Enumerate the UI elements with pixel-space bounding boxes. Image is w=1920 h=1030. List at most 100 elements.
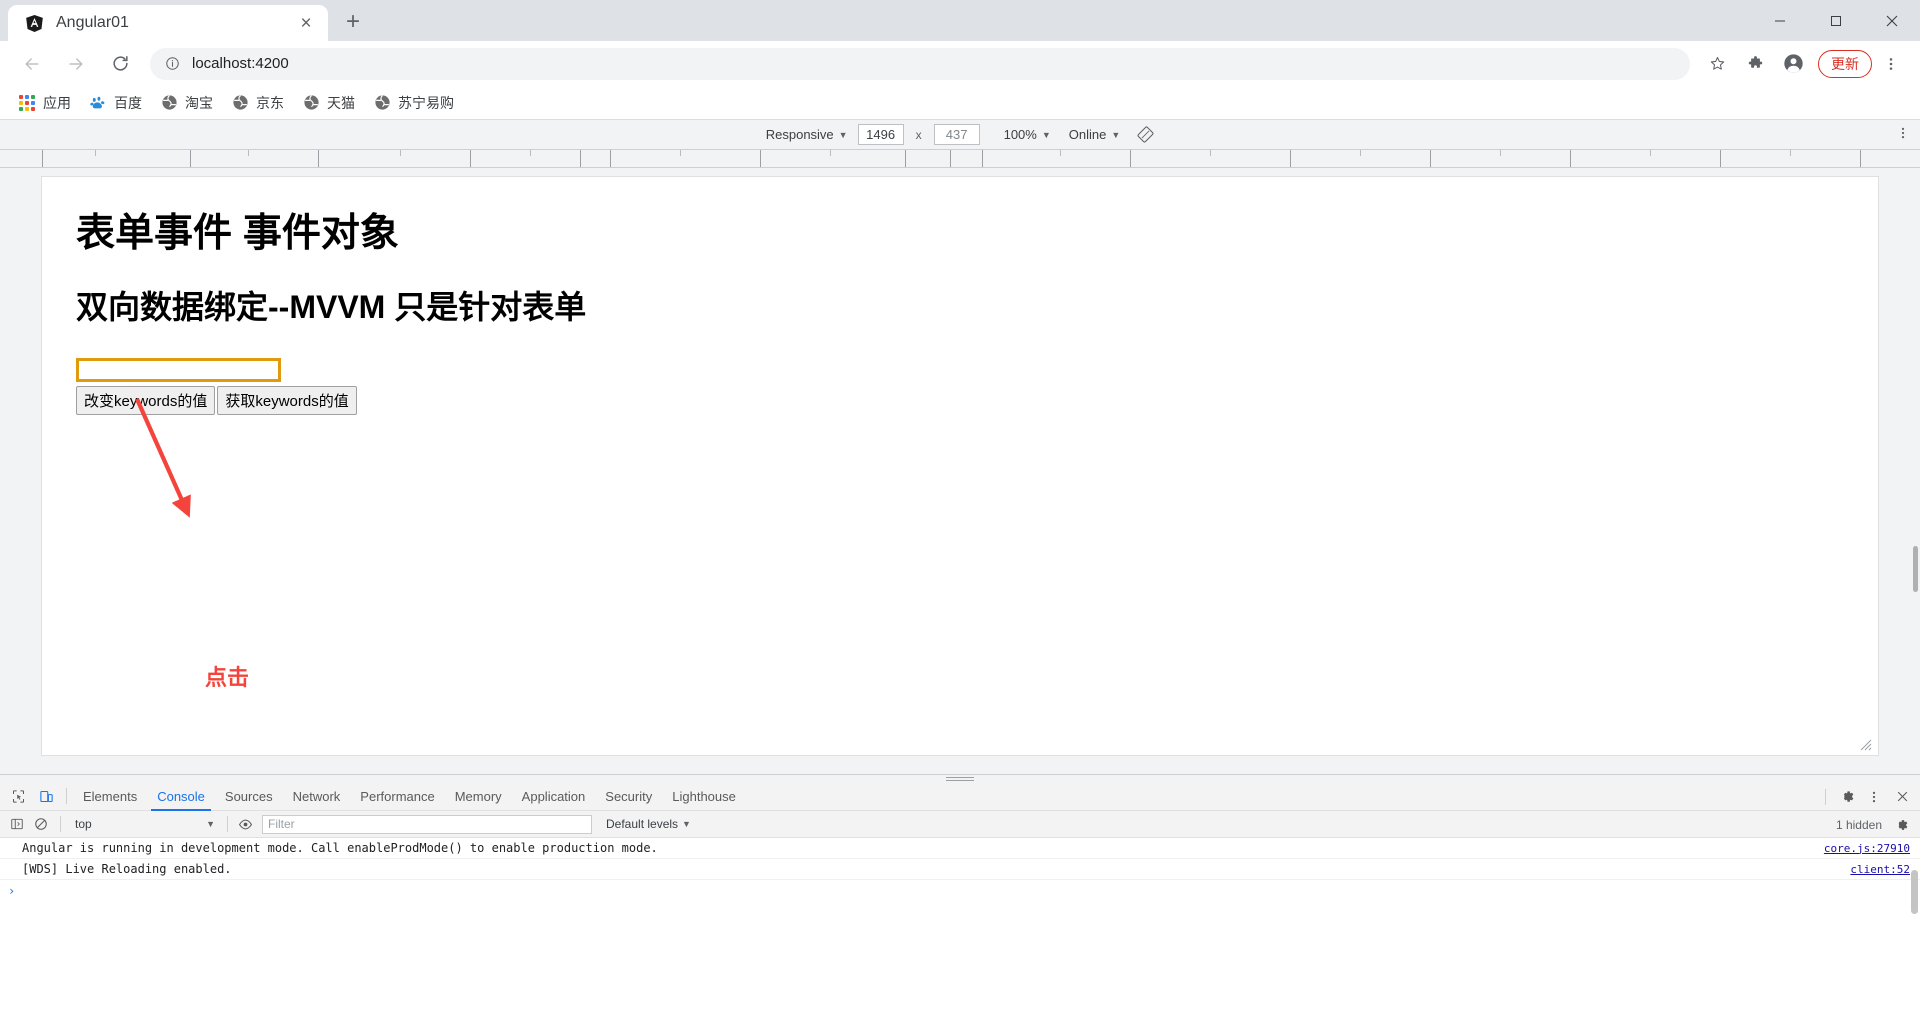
chevron-down-icon: ▼ (838, 129, 848, 140)
keywords-input[interactable] (76, 358, 281, 383)
device-toolbar-more-icon[interactable] (1896, 126, 1910, 144)
toolbar-actions: 更新 (1698, 47, 1910, 81)
console-message-source[interactable]: core.js:27910 (1824, 842, 1910, 855)
extensions-icon[interactable] (1738, 47, 1772, 81)
form-container: 改变keywords的值 获取keywords的值 (76, 358, 1844, 416)
clear-console-icon[interactable] (30, 813, 52, 835)
tab-sources[interactable]: Sources (215, 782, 283, 811)
devtools-more-icon[interactable] (1861, 784, 1887, 810)
console-message-row[interactable]: Angular is running in development mode. … (0, 838, 1920, 859)
scrollbar-thumb[interactable] (1911, 870, 1918, 914)
bookmark-label: 天猫 (327, 94, 355, 111)
viewport-height-input[interactable]: 437 (933, 124, 980, 145)
annotation-text: 点击 (205, 665, 250, 690)
console-message-list: Angular is running in development mode. … (0, 838, 1920, 1030)
zoom-label: 100% (1003, 127, 1037, 142)
new-tab-button[interactable]: + (336, 5, 370, 39)
tab-network[interactable]: Network (283, 782, 351, 811)
bookmark-baidu[interactable]: 百度 (81, 90, 150, 116)
tab-security[interactable]: Security (595, 782, 662, 811)
show-console-sidebar-icon[interactable] (6, 813, 28, 835)
toggle-device-toolbar-icon[interactable] (33, 783, 59, 809)
toolbar-divider (227, 816, 228, 832)
splitter-grip (946, 777, 974, 781)
devtools-panel: Elements Console Sources Network Perform… (0, 782, 1920, 1030)
browser-window: Angular01 × + localhost:4200 更新 应用 百度 淘宝… (0, 0, 1920, 1030)
bookmark-label: 苏宁易购 (398, 94, 454, 111)
chevron-down-icon: ▼ (682, 819, 691, 829)
hidden-messages-count[interactable]: 1 hidden (1836, 818, 1882, 832)
toolbar-divider (1825, 788, 1826, 805)
forward-icon[interactable] (58, 46, 94, 82)
profile-avatar-icon[interactable] (1776, 47, 1810, 81)
update-label: 更新 (1831, 55, 1859, 72)
inspect-element-icon[interactable] (5, 783, 31, 809)
tab-lighthouse[interactable]: Lighthouse (662, 782, 746, 811)
live-expression-icon[interactable] (234, 813, 256, 835)
console-filter-input[interactable]: Filter (262, 814, 592, 834)
gear-icon[interactable] (1890, 814, 1912, 836)
prompt-caret-icon: › (8, 884, 16, 898)
reload-icon[interactable] (102, 46, 138, 82)
bookmarks-bar: 应用 百度 淘宝 京东 天猫 苏宁易购 (0, 86, 1920, 120)
chevron-down-icon: ▼ (1041, 129, 1051, 140)
gear-icon[interactable] (1833, 784, 1859, 810)
angular-logo-icon (24, 13, 44, 33)
web-page: 表单事件 事件对象 双向数据绑定--MVVM 只是针对表单 改变keywords… (41, 176, 1879, 756)
button-row: 改变keywords的值 获取keywords的值 (76, 386, 1844, 416)
close-icon[interactable] (1889, 784, 1915, 810)
tab-memory[interactable]: Memory (445, 782, 512, 811)
globe-icon (231, 94, 249, 112)
close-icon[interactable]: × (294, 11, 318, 35)
update-button[interactable]: 更新 (1818, 49, 1872, 78)
bookmark-taobao[interactable]: 淘宝 (152, 90, 221, 116)
page-heading-2: 双向数据绑定--MVVM 只是针对表单 (76, 288, 587, 325)
back-icon[interactable] (14, 46, 50, 82)
console-scrollbar[interactable] (1911, 840, 1918, 1030)
tab-strip: Angular01 × + (0, 0, 1920, 41)
get-keywords-button[interactable]: 获取keywords的值 (217, 386, 357, 416)
tab-console[interactable]: Console (147, 782, 215, 811)
toolbar-divider (60, 816, 61, 832)
viewport-width-input[interactable]: 1496 (857, 124, 904, 145)
address-bar[interactable]: localhost:4200 (150, 47, 1690, 80)
bookmark-jd[interactable]: 京东 (223, 90, 292, 116)
info-circle-icon[interactable] (162, 54, 182, 74)
console-message-text: Angular is running in development mode. … (22, 841, 658, 855)
devtools-tabbar: Elements Console Sources Network Perform… (0, 782, 1920, 811)
chevron-down-icon: ▼ (206, 819, 215, 829)
console-message-row[interactable]: [WDS] Live Reloading enabled. client:52 (0, 859, 1920, 880)
maximize-icon[interactable] (1808, 0, 1864, 41)
minimize-icon[interactable] (1752, 0, 1808, 41)
globe-icon (373, 94, 391, 112)
console-message-source[interactable]: client:52 (1850, 863, 1910, 876)
dimension-separator: x (915, 127, 922, 142)
browser-tab[interactable]: Angular01 × (8, 5, 328, 41)
device-preset-select[interactable]: Responsive ▼ (766, 127, 848, 142)
tab-performance[interactable]: Performance (350, 782, 444, 811)
console-levels-select[interactable]: Default levels ▼ (606, 817, 691, 831)
rotate-device-icon[interactable] (1136, 126, 1154, 144)
window-close-icon[interactable] (1864, 0, 1920, 41)
bookmark-label: 淘宝 (185, 94, 213, 111)
tab-application[interactable]: Application (512, 782, 596, 811)
scrollbar-thumb[interactable] (1913, 546, 1918, 592)
tab-elements[interactable]: Elements (73, 782, 147, 811)
bookmark-tmall[interactable]: 天猫 (294, 90, 363, 116)
console-levels-label: Default levels (606, 817, 679, 831)
console-context-select[interactable]: top ▼ (71, 814, 221, 834)
bookmark-apps[interactable]: 应用 (10, 90, 79, 116)
device-emulation-toolbar: Responsive ▼ 1496 x 437 100% ▼ Online ▼ (0, 120, 1920, 150)
page-scrollbar[interactable] (1910, 176, 1918, 756)
throttling-select[interactable]: Online ▼ (1069, 127, 1121, 142)
zoom-select[interactable]: 100% ▼ (1004, 127, 1051, 142)
bookmark-suning[interactable]: 苏宁易购 (365, 90, 462, 116)
change-keywords-button[interactable]: 改变keywords的值 (76, 386, 216, 416)
resize-handle[interactable] (1860, 739, 1872, 751)
bookmark-star-icon[interactable] (1700, 47, 1734, 81)
device-preset-label: Responsive (765, 127, 834, 142)
window-controls (1752, 0, 1920, 41)
globe-icon (160, 94, 178, 112)
console-prompt[interactable]: › (0, 880, 1920, 902)
browser-menu-icon[interactable] (1874, 47, 1908, 81)
